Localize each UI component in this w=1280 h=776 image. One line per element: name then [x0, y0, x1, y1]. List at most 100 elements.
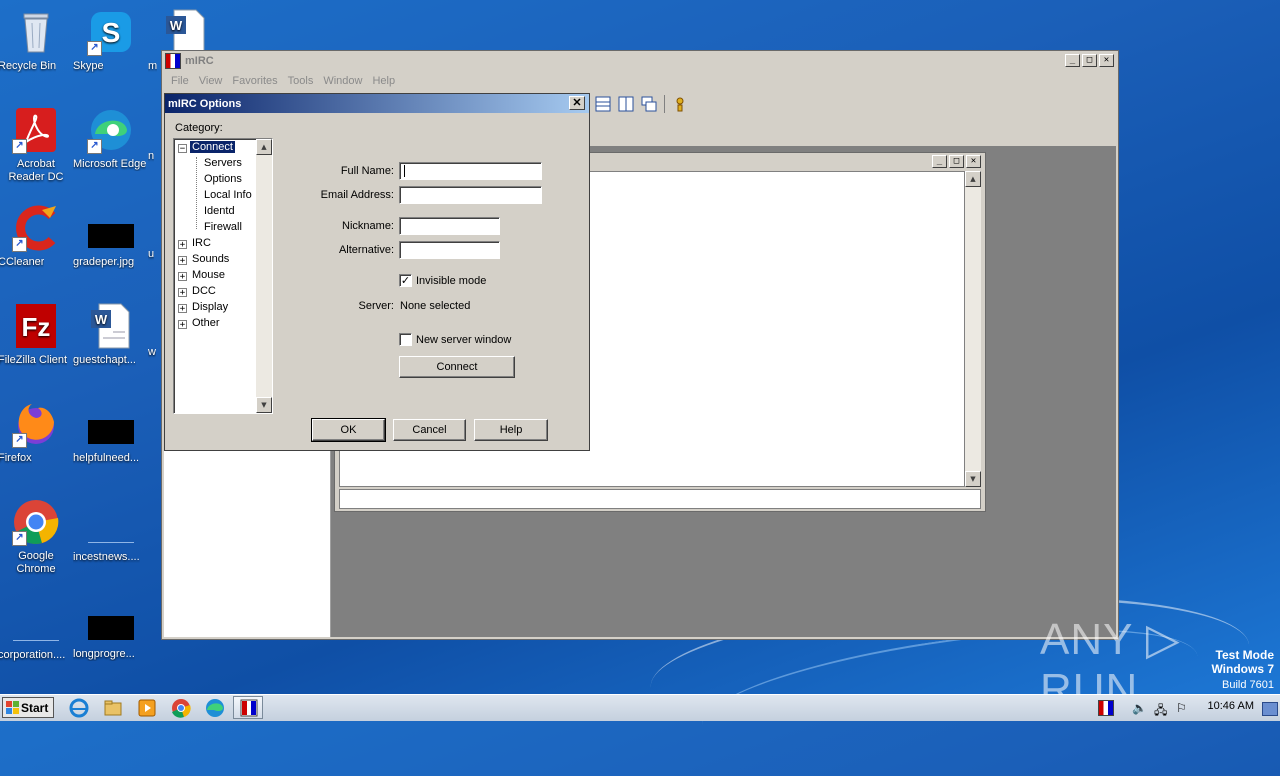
scroll-down-arrow[interactable]: ▼ — [256, 397, 272, 413]
tile-horizontal-icon[interactable] — [595, 96, 611, 112]
dialog-title: mIRC Options — [168, 97, 242, 110]
invisible-mode-label[interactable]: Invisible mode — [416, 275, 486, 287]
mirc-tray-icon[interactable] — [1098, 700, 1114, 716]
menu-tools[interactable]: Tools — [288, 75, 314, 87]
minimize-button[interactable]: _ — [1065, 54, 1080, 67]
desktop-icon-ccleaner[interactable]: ↗ CCleaner — [0, 204, 74, 268]
alternative-field[interactable] — [399, 241, 500, 259]
desktop-icon-guestchapt[interactable]: W guestchapt... — [73, 302, 149, 366]
desktop-icon-gradeper[interactable]: gradeper.jpg — [73, 212, 149, 268]
scroll-up-arrow[interactable]: ▲ — [965, 171, 981, 187]
maximize-button[interactable]: □ — [1082, 54, 1097, 67]
internet-explorer-icon[interactable] — [68, 697, 90, 719]
network-icon[interactable]: 🖧 — [1154, 701, 1167, 722]
help-icon[interactable] — [672, 96, 688, 112]
close-button[interactable]: ✕ — [966, 155, 981, 168]
tree-item-servers[interactable]: Servers — [204, 157, 242, 169]
desktop-icon-skype[interactable]: S ↗ Skype — [73, 8, 149, 72]
mirc-titlebar[interactable]: mIRC _ □ ✕ — [162, 51, 1118, 71]
close-button[interactable]: ✕ — [569, 96, 585, 110]
tree-item-sounds[interactable]: Sounds — [192, 253, 229, 265]
action-center-flag-icon[interactable]: ⚐ — [1176, 701, 1187, 715]
help-button[interactable]: Help — [474, 419, 548, 441]
menu-help[interactable]: Help — [372, 75, 395, 87]
text-cursor — [404, 165, 405, 177]
expand-toggle-icon[interactable]: + — [178, 288, 187, 298]
expand-toggle-icon[interactable]: + — [178, 304, 187, 314]
clock[interactable]: 10:46 AM — [1208, 700, 1254, 712]
minimize-button[interactable]: _ — [932, 155, 947, 168]
tree-item-connect[interactable]: Connect — [190, 141, 235, 153]
desktop-icon-filezilla[interactable]: Fz FileZilla Client — [0, 302, 74, 366]
nickname-label: Nickname: — [342, 220, 394, 232]
collapse-toggle-icon[interactable]: − — [178, 144, 187, 154]
taskbar-mirc-button[interactable] — [233, 696, 263, 719]
start-button[interactable]: Start — [2, 697, 54, 718]
tile-vertical-icon[interactable] — [618, 96, 634, 112]
tree-item-dcc[interactable]: DCC — [192, 285, 216, 297]
dialog-titlebar[interactable]: mIRC Options ✕ — [165, 94, 589, 113]
tree-item-options[interactable]: Options — [204, 173, 242, 185]
options-dialog: mIRC Options ✕ Category: − Connect Serve… — [164, 93, 590, 451]
tree-item-mouse[interactable]: Mouse — [192, 269, 225, 281]
tree-item-display[interactable]: Display — [192, 301, 228, 313]
desktop-icon-incestnews[interactable]: incestnews.... — [73, 506, 149, 563]
tree-item-local-info[interactable]: Local Info — [204, 189, 252, 201]
tree-scrollbar[interactable]: ▲ ▼ — [256, 139, 272, 413]
category-tree[interactable]: − Connect Servers Options Local Info Ide… — [173, 138, 273, 414]
email-address-field[interactable] — [399, 186, 542, 204]
tree-item-other[interactable]: Other — [192, 317, 220, 329]
desktop-icon-longprogre[interactable]: longprogre... — [73, 604, 149, 660]
menu-favorites[interactable]: Favorites — [232, 75, 277, 87]
desktop-icon-label: gradeper.jpg — [73, 256, 135, 268]
scroll-down-arrow[interactable]: ▼ — [965, 471, 981, 487]
cascade-icon[interactable] — [641, 96, 657, 112]
desktop-icon-label: helpfulneed... — [73, 452, 140, 464]
windows-flag-icon — [6, 701, 19, 714]
shortcut-arrow-icon: ↗ — [87, 41, 102, 56]
tree-item-irc[interactable]: IRC — [192, 237, 211, 249]
shortcut-arrow-icon: ↗ — [12, 237, 27, 252]
file-icon — [13, 616, 59, 641]
new-server-window-label[interactable]: New server window — [416, 334, 511, 346]
file-explorer-icon[interactable] — [102, 697, 124, 719]
ok-button[interactable]: OK — [311, 418, 386, 442]
tree-item-firewall[interactable]: Firewall — [204, 221, 242, 233]
desktop-icon-recycle-bin[interactable]: Recycle Bin — [0, 8, 74, 72]
menu-view[interactable]: View — [199, 75, 223, 87]
test-mode-line1: Test Mode — [1215, 648, 1274, 662]
edge-icon[interactable] — [204, 697, 226, 719]
chrome-icon[interactable] — [170, 697, 192, 719]
expand-toggle-icon[interactable]: + — [178, 256, 187, 266]
connect-button[interactable]: Connect — [399, 356, 515, 378]
close-button[interactable]: ✕ — [1099, 54, 1114, 67]
expand-toggle-icon[interactable]: + — [178, 240, 187, 250]
desktop-icon-corporation[interactable]: corporation.... — [0, 604, 74, 661]
desktop-icon-chrome[interactable]: ↗ Google Chrome — [0, 498, 74, 575]
cancel-button[interactable]: Cancel — [393, 419, 466, 441]
full-name-field[interactable] — [399, 162, 542, 180]
desktop-icon-acrobat[interactable]: ↗ Acrobat Reader DC — [0, 106, 74, 183]
desktop-icon-edge[interactable]: ↗ Microsoft Edge — [73, 106, 149, 170]
menu-window[interactable]: Window — [323, 75, 362, 87]
expand-toggle-icon[interactable]: + — [178, 272, 187, 282]
desktop-icon-helpfulneed[interactable]: helpfulneed... — [73, 408, 149, 464]
menu-file[interactable]: File — [171, 75, 189, 87]
expand-toggle-icon[interactable]: + — [178, 320, 187, 330]
acrobat-icon: ↗ — [12, 106, 60, 154]
media-player-icon[interactable] — [136, 697, 158, 719]
tree-item-identd[interactable]: Identd — [204, 205, 235, 217]
maximize-button[interactable]: □ — [949, 155, 964, 168]
email-address-label: Email Address: — [320, 189, 394, 201]
invisible-mode-checkbox[interactable]: ✓ — [399, 274, 412, 287]
scroll-up-arrow[interactable]: ▲ — [256, 139, 272, 155]
new-server-window-checkbox[interactable] — [399, 333, 412, 346]
show-desktop-button[interactable] — [1262, 702, 1278, 716]
desktop-icon-firefox[interactable]: ↗ Firefox — [0, 400, 74, 464]
test-mode-line2: Windows 7 — [1211, 662, 1274, 676]
editbox-input[interactable] — [339, 489, 981, 509]
shortcut-arrow-icon: ↗ — [12, 433, 27, 448]
volume-icon[interactable]: 🔈 — [1132, 701, 1147, 715]
status-scrollbar[interactable]: ▲ ▼ — [965, 171, 981, 487]
nickname-field[interactable] — [399, 217, 500, 235]
